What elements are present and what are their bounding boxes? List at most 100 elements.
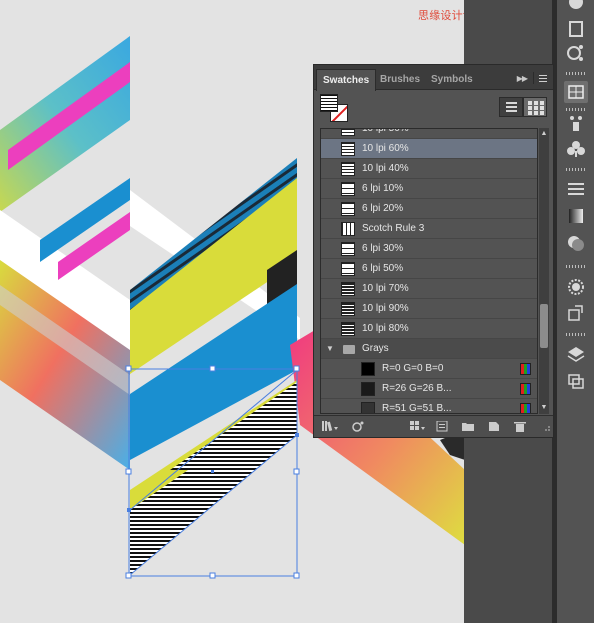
swatch-row[interactable]: R=51 G=51 B...: [321, 399, 537, 413]
swatch-name: 10 lpi 60%: [362, 143, 409, 154]
swatch-libraries-icon[interactable]: [322, 421, 340, 432]
swatch-name: 10 lpi 50%: [362, 128, 409, 134]
pattern-swatch: [341, 142, 355, 156]
layout-icon[interactable]: [564, 18, 588, 40]
dock-grip[interactable]: [566, 108, 586, 111]
view-toggle: [499, 97, 547, 117]
resize-grip-icon[interactable]: [541, 421, 551, 432]
handle-tm[interactable]: [209, 365, 216, 372]
list-scrollbar[interactable]: ▲ ▼: [539, 128, 549, 414]
handle-br[interactable]: [293, 572, 300, 579]
center-point: [211, 470, 214, 473]
new-swatch-icon[interactable]: [488, 421, 500, 432]
puppet-icon[interactable]: [564, 112, 588, 134]
swatch-row-selected[interactable]: 10 lpi 60%: [321, 139, 537, 159]
swatch-row[interactable]: 10 lpi 70%: [321, 279, 537, 299]
sun-icon[interactable]: [564, 276, 588, 298]
handle-bl[interactable]: [125, 572, 132, 579]
pattern-swatch: [341, 162, 355, 176]
panel-top-bar: [314, 90, 553, 126]
swatch-name: 6 lpi 10%: [362, 183, 404, 194]
pattern-swatch: [341, 322, 355, 336]
swatch-row[interactable]: 6 lpi 10%: [321, 179, 537, 199]
export-icon[interactable]: [564, 302, 588, 324]
folder-icon: [343, 345, 355, 354]
anchor-point: [295, 433, 299, 437]
color-swatch: [361, 362, 375, 376]
handle-tl[interactable]: [125, 365, 132, 372]
pattern-swatch: [341, 302, 355, 316]
tab-symbols[interactable]: Symbols: [425, 69, 479, 90]
appearance-icon[interactable]: [564, 0, 588, 14]
dock-grip[interactable]: [566, 333, 586, 336]
delete-swatch-icon[interactable]: [514, 421, 526, 432]
dock-grip[interactable]: [566, 265, 586, 268]
swatch-row[interactable]: 10 lpi 90%: [321, 299, 537, 319]
tab-swatches[interactable]: Swatches: [316, 69, 377, 91]
handle-tr[interactable]: [293, 365, 300, 372]
expand-arrow-icon[interactable]: ▼: [326, 339, 334, 359]
rgb-mode-icon: [520, 363, 531, 375]
swatch-row[interactable]: 6 lpi 30%: [321, 239, 537, 259]
tab-brushes[interactable]: Brushes: [374, 69, 426, 90]
stroke-icon[interactable]: [564, 178, 588, 200]
pattern-swatch: [341, 242, 355, 256]
swatch-name: 10 lpi 70%: [362, 283, 409, 294]
swatch-row[interactable]: 6 lpi 50%: [321, 259, 537, 279]
swatch-name: 6 lpi 20%: [362, 203, 404, 214]
panel-tab-bar: Swatches Brushes Symbols ▶▶: [314, 65, 553, 91]
show-swatch-kinds-icon[interactable]: [352, 421, 364, 432]
color-swatch: [361, 402, 375, 413]
color-swatch: [361, 382, 375, 396]
new-color-group-icon[interactable]: [462, 421, 474, 432]
swatch-name: Scotch Rule 3: [362, 223, 425, 234]
share-icon[interactable]: [564, 42, 588, 64]
layers-icon[interactable]: [564, 344, 588, 366]
swatches-panel: Swatches Brushes Symbols ▶▶ 10 lpi 50% 1…: [313, 64, 554, 438]
swatch-name: 10 lpi 40%: [362, 163, 409, 174]
symbols-icon[interactable]: [564, 138, 588, 160]
handle-ml[interactable]: [125, 468, 132, 475]
pattern-swatch: [341, 222, 355, 236]
swatch-group-grays[interactable]: ▼ Grays: [321, 339, 537, 359]
fill-stroke-indicator[interactable]: [320, 94, 350, 124]
swatch-row[interactable]: 10 lpi 80%: [321, 319, 537, 339]
panel-menu-icon[interactable]: [533, 72, 549, 84]
dock-grip[interactable]: [566, 72, 586, 75]
pathfinder-icon[interactable]: [564, 232, 588, 254]
thumbnail-view-button[interactable]: [523, 97, 547, 117]
swatch-options-icon[interactable]: [410, 421, 428, 432]
handle-mr[interactable]: [293, 468, 300, 475]
swatch-row[interactable]: 10 lpi 50%: [321, 128, 537, 139]
swatch-list[interactable]: 10 lpi 50% 10 lpi 60% 10 lpi 40% 6 lpi 1…: [320, 128, 538, 414]
swatch-row[interactable]: R=0 G=0 B=0: [321, 359, 537, 379]
align-icon[interactable]: [564, 370, 588, 392]
swatch-list-options-icon[interactable]: [436, 421, 448, 432]
swatch-row[interactable]: 6 lpi 20%: [321, 199, 537, 219]
swatch-row[interactable]: R=26 G=26 B...: [321, 379, 537, 399]
swatch-row[interactable]: Scotch Rule 3: [321, 219, 537, 239]
scroll-down-icon[interactable]: ▼: [539, 403, 549, 413]
dock-grip[interactable]: [566, 168, 586, 171]
fill-pattern-icon[interactable]: [320, 94, 338, 112]
swatch-name: 6 lpi 30%: [362, 243, 404, 254]
pattern-swatch: [341, 182, 355, 196]
handle-bm[interactable]: [209, 572, 216, 579]
pattern-swatch: [341, 262, 355, 276]
pattern-swatch: [341, 202, 355, 216]
anchor-point: [127, 508, 131, 512]
artboards-icon[interactable]: [564, 81, 588, 103]
scroll-up-icon[interactable]: ▲: [539, 129, 549, 139]
pattern-swatch: [341, 129, 355, 136]
pattern-swatch: [341, 282, 355, 296]
gradient-icon[interactable]: [564, 205, 588, 227]
panel-bottom-bar: [314, 415, 553, 437]
group-name: Grays: [362, 343, 389, 354]
collapse-panel-icon[interactable]: ▶▶: [517, 74, 528, 83]
rgb-mode-icon: [520, 383, 531, 395]
top-ribbon: [0, 36, 130, 212]
swatch-name: 6 lpi 50%: [362, 263, 404, 274]
scroll-thumb[interactable]: [540, 304, 548, 348]
swatch-row[interactable]: 10 lpi 40%: [321, 159, 537, 179]
list-view-button[interactable]: [499, 97, 523, 117]
